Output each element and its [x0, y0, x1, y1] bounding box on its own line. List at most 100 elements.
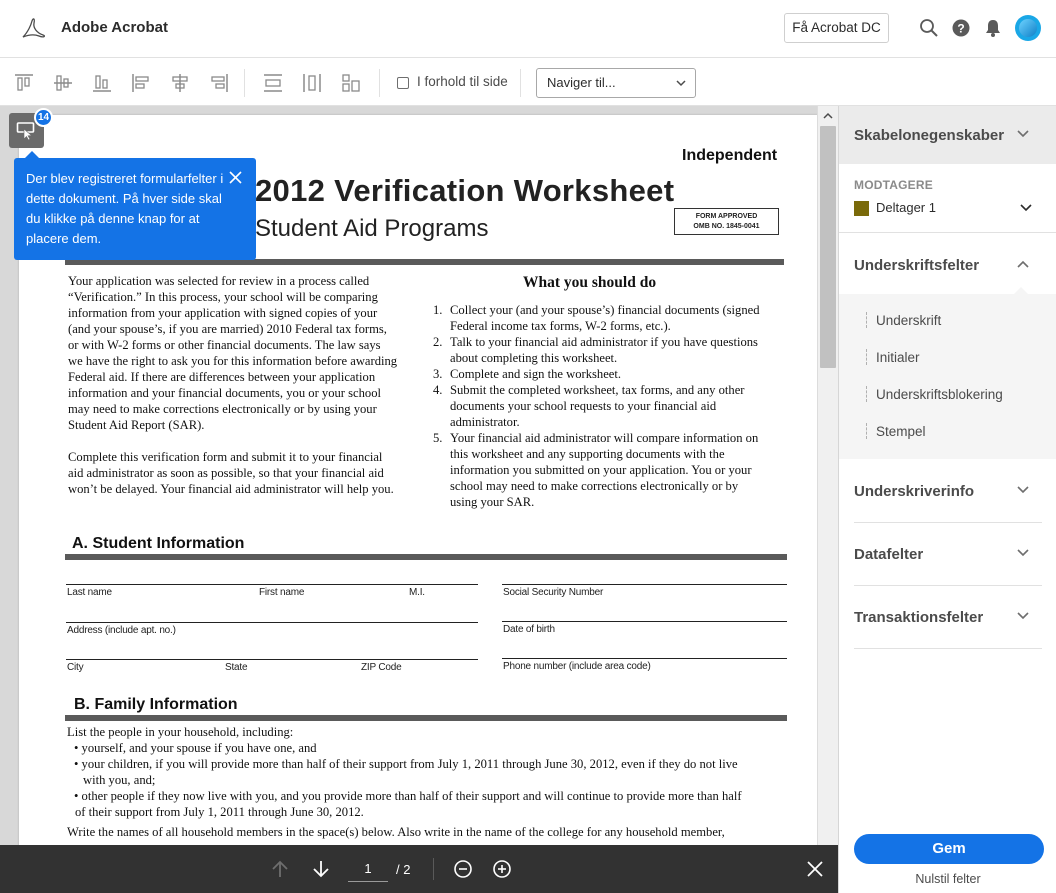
step-item: 2. Talk to your financial aid administrat…	[433, 334, 783, 366]
family-line: with you, and;	[83, 773, 156, 787]
city-field-line[interactable]	[66, 659, 478, 660]
help-icon[interactable]: ?	[950, 17, 972, 39]
align-left-icon[interactable]	[131, 73, 151, 93]
intro-line: (and your spouse’s, if you are married) …	[68, 322, 387, 336]
align-center-icon[interactable]	[170, 73, 190, 93]
intro-line: we have the right to ask you for this in…	[68, 354, 398, 368]
chevron-down-icon[interactable]	[1016, 483, 1030, 497]
label-first-name: First name	[259, 587, 305, 598]
intro-line: information and your financial documents…	[68, 386, 382, 400]
label-mi: M.I.	[409, 587, 425, 598]
close-icon[interactable]	[805, 859, 825, 879]
recipients-label: MODTAGERE	[854, 178, 933, 192]
intro-line: Student Aid Report (SAR).	[68, 418, 205, 432]
user-avatar[interactable]	[1015, 15, 1041, 41]
step-number: 3.	[433, 367, 443, 381]
next-page-arrow-icon[interactable]	[311, 859, 331, 879]
family-paragraph: List the people in your household, inclu…	[67, 724, 797, 840]
distribute-vertical-icon[interactable]	[263, 73, 283, 93]
step-item: 3. Complete and sign the worksheet.	[433, 366, 783, 382]
complete-line: aid administrator as soon as possible, s…	[68, 466, 384, 480]
doc-header-independent: Independent	[682, 147, 778, 164]
vertical-scrollbar[interactable]	[817, 106, 838, 893]
reset-fields-link[interactable]: Nulstil felter	[839, 872, 1056, 886]
family-line: • yourself, and your spouse if you have …	[74, 741, 317, 755]
phone-field-line[interactable]	[502, 658, 787, 659]
complete-line: Complete this verification form and subm…	[68, 450, 383, 464]
name-field-line[interactable]	[66, 584, 478, 585]
step-line: about completing this worksheet.	[450, 351, 618, 365]
transaction-fields-heading[interactable]: Transaktionsfelter	[854, 609, 983, 626]
get-acrobat-button[interactable]: Få Acrobat DC	[784, 13, 889, 43]
step-number: 2.	[433, 335, 443, 349]
navigate-to-value: Naviger til...	[547, 75, 616, 90]
chevron-down-icon[interactable]	[1016, 127, 1030, 141]
align-top-icon[interactable]	[14, 73, 34, 93]
signature-fields-heading[interactable]: Underskriftsfelter	[854, 257, 979, 274]
dob-field-line[interactable]	[502, 621, 787, 622]
field-signature-block[interactable]: Underskriftsblokering	[876, 387, 1003, 402]
participant-selector[interactable]: Deltager 1	[876, 200, 936, 215]
step-item: 1. Collect your (and your spouse’s) finan…	[433, 302, 783, 334]
app-header: Adobe Acrobat Få Acrobat DC ?	[0, 0, 1056, 58]
fields-detected-tooltip: Der blev registreret formularfelter i de…	[14, 151, 256, 260]
label-last-name: Last name	[67, 587, 112, 598]
signer-info-heading[interactable]: Underskriverinfo	[854, 483, 974, 500]
step-line: Federal income tax forms, W-2 forms, etc…	[450, 319, 671, 333]
step-line: school may need to make corrections elec…	[450, 479, 739, 493]
intro-line: information from your application with s…	[68, 306, 378, 320]
template-properties-section[interactable]: Skabelonegenskaber	[839, 106, 1056, 164]
scrollbar-thumb[interactable]	[820, 126, 836, 368]
complete-paragraph: Complete this verification form and subm…	[68, 449, 423, 497]
step-line: Your financial aid administrator will co…	[450, 431, 759, 445]
search-icon[interactable]	[918, 17, 940, 39]
chevron-down-icon[interactable]	[1016, 609, 1030, 623]
navigate-to-dropdown[interactable]: Naviger til...	[536, 68, 696, 98]
label-phone: Phone number (include area code)	[503, 661, 651, 672]
field-stamp[interactable]: Stempel	[876, 424, 926, 439]
scroll-up-arrow-icon[interactable]	[822, 110, 834, 122]
save-button[interactable]: Gem	[854, 834, 1044, 864]
toolbar-divider	[520, 69, 521, 97]
distribute-horizontal-icon[interactable]	[302, 73, 322, 93]
align-right-icon[interactable]	[209, 73, 229, 93]
participant-color-swatch	[854, 201, 869, 216]
acrobat-logo-icon[interactable]	[20, 16, 46, 42]
tooltip-text: Der blev registreret formularfelter i de…	[26, 171, 224, 246]
step-line: Collect your (and your spouse’s) financi…	[450, 303, 760, 317]
data-fields-heading[interactable]: Datafelter	[854, 546, 923, 563]
ssn-field-line[interactable]	[502, 584, 787, 585]
alignment-toolbar: I forhold til side Naviger til...	[0, 59, 1056, 106]
chevron-down-icon[interactable]	[1016, 546, 1030, 560]
chevron-up-icon[interactable]	[1016, 257, 1030, 271]
signature-fields-list: Underskrift Initialer Underskriftsbloker…	[839, 287, 1056, 459]
page-number-input[interactable]: 1	[348, 856, 388, 882]
family-line: List the people in your household, inclu…	[67, 725, 294, 739]
close-icon[interactable]	[229, 171, 242, 184]
form-approved-box: FORM APPROVED OMB NO. 1845-0041	[674, 208, 779, 235]
field-initials[interactable]: Initialer	[876, 350, 920, 365]
intro-line: “Verification.” In this process, your sc…	[68, 290, 378, 304]
chevron-down-icon[interactable]	[1019, 201, 1033, 215]
zoom-in-icon[interactable]	[492, 859, 512, 879]
panel-divider	[854, 648, 1042, 649]
align-bottom-icon[interactable]	[92, 73, 112, 93]
intro-line: or with W-2 forms or other financial doc…	[68, 338, 381, 352]
proportional-checkbox[interactable]	[397, 77, 409, 89]
match-size-icon[interactable]	[341, 73, 361, 93]
field-signature[interactable]: Underskrift	[876, 313, 941, 328]
template-properties-heading: Skabelonegenskaber	[854, 127, 1005, 144]
field-count-badge: 14	[34, 108, 53, 127]
step-line: Submit the completed worksheet, tax form…	[450, 383, 745, 397]
label-dob: Date of birth	[503, 624, 555, 635]
step-line: administrator.	[450, 415, 520, 429]
panel-divider	[854, 585, 1042, 586]
previous-page-arrow-icon[interactable]	[270, 859, 290, 879]
zoom-out-icon[interactable]	[453, 859, 473, 879]
step-number: 1.	[433, 303, 443, 317]
notifications-bell-icon[interactable]	[982, 17, 1004, 39]
toolbar-divider	[379, 69, 380, 97]
address-field-line[interactable]	[66, 622, 478, 623]
align-middle-icon[interactable]	[53, 73, 73, 93]
field-handle	[866, 349, 867, 365]
